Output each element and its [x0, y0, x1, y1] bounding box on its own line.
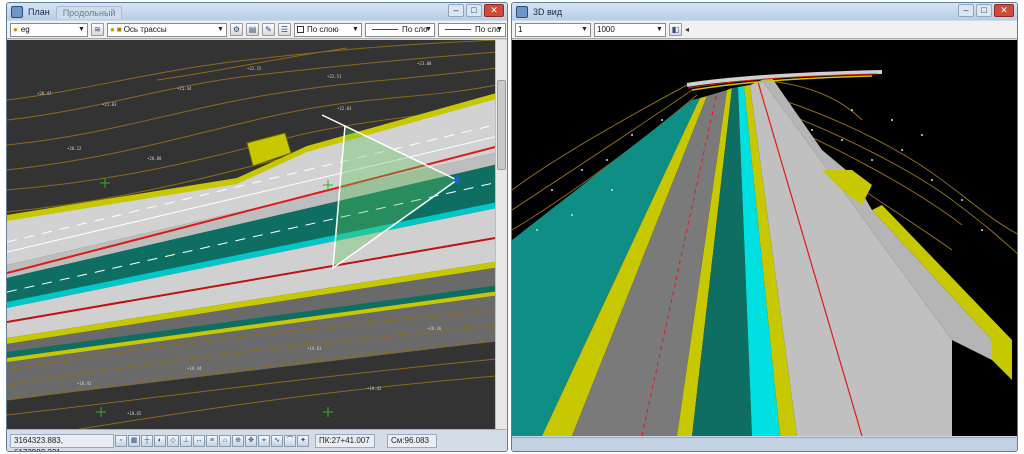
view3d-toolbar: 1 ▼ 1000 ▼ ◧ ◂ [512, 21, 1017, 39]
properties-icon[interactable]: ⚙ [230, 23, 243, 36]
chevron-down-icon: ▼ [496, 25, 503, 33]
lineweight-by-layer-combo[interactable]: По сло ▼ [438, 22, 506, 37]
window-app-icon [11, 5, 23, 18]
road-plan [7, 90, 507, 400]
zoom-icon[interactable]: ⊕ [232, 434, 244, 447]
svg-text:•22.51: •22.51 [327, 74, 342, 79]
tab-profile[interactable]: Продольный [55, 6, 123, 19]
object-combo[interactable]: ● ■ Ось трассы ▼ [107, 22, 227, 37]
view3d-drawing[interactable] [512, 40, 1018, 436]
measure-icon[interactable]: ⌖ [258, 434, 270, 447]
chevron-down-icon: ▼ [581, 25, 588, 33]
sound-icon[interactable]: ◂ [685, 25, 689, 34]
otrack-icon[interactable]: ⊥ [180, 434, 192, 447]
lightbulb-icon: ● [110, 25, 115, 34]
chevron-down-icon: ▼ [217, 25, 224, 33]
lock-icon: ■ [116, 25, 122, 34]
svg-text:•20.47: •20.47 [37, 91, 52, 96]
line-sample-icon [445, 29, 471, 30]
svg-text:•22.03: •22.03 [337, 106, 352, 111]
color-swatch-icon [297, 26, 304, 33]
svg-text:•18.92: •18.92 [77, 381, 92, 386]
match-icon[interactable]: ✎ [262, 23, 275, 36]
view3d-combo-1-value: 1 [518, 25, 523, 34]
coordinates-readout: 3164323.883, 6172982.321 [10, 433, 114, 451]
plan-window[interactable]: План Продольный – □ ✕ ● eg ▼ ≋ ● ■ Ось т… [6, 2, 508, 452]
polar-icon[interactable]: ◐ [154, 434, 166, 447]
curve-icon[interactable]: ⌒ [284, 434, 296, 447]
station-readout: ПК:27+41.007 [315, 433, 375, 448]
svg-text:•19.81: •19.81 [307, 346, 322, 351]
view3d-bottom-strip [512, 437, 1017, 451]
minimize-icon[interactable]: – [958, 4, 974, 17]
filter-icon[interactable]: ▤ [246, 23, 259, 36]
close-icon[interactable]: ✕ [994, 4, 1014, 17]
maximize-icon[interactable]: □ [976, 4, 992, 17]
chevron-down-icon: ▼ [352, 25, 359, 33]
svg-text:•23.08: •23.08 [417, 61, 432, 66]
view3d-combo-2[interactable]: 1000 ▼ [594, 22, 666, 37]
maximize-icon[interactable]: □ [466, 4, 482, 17]
profile-icon[interactable]: ∿ [271, 434, 283, 447]
view3d-viewport[interactable] [512, 40, 1018, 436]
chevron-down-icon: ▼ [656, 25, 663, 33]
svg-text:•18.65: •18.65 [127, 411, 142, 416]
plan-viewport[interactable]: •20.47 •21.03 •21.44 •22.15 •22.51 •23.08 •2… [7, 40, 508, 431]
grid-icon[interactable]: ▦ [128, 434, 140, 447]
dynamic-input-icon[interactable]: ↔ [193, 434, 205, 447]
view3d-combo-2-value: 1000 [597, 25, 615, 34]
color-by-layer-value: По слою [307, 25, 339, 34]
model-icon[interactable]: ⌂ [219, 434, 231, 447]
pan-icon[interactable]: ✥ [245, 434, 257, 447]
view3d-combo-1[interactable]: 1 ▼ [515, 22, 591, 37]
osnap-icon[interactable]: ◇ [167, 434, 179, 447]
plan-vertical-scrollbar[interactable] [495, 40, 507, 431]
road-far-curve [686, 70, 883, 91]
object-combo-value: Ось трассы [123, 25, 167, 34]
lightbulb-icon: ● [13, 25, 18, 34]
scroll-thumb[interactable] [497, 80, 506, 170]
settings-icon[interactable]: ☰ [278, 23, 291, 36]
camera-icon[interactable]: ◧ [669, 23, 682, 36]
linetype-by-layer-combo[interactable]: По сло ▼ [365, 22, 435, 37]
svg-text:•19.42: •19.42 [367, 386, 382, 391]
view3d-titlebar[interactable]: 3D вид – □ ✕ [512, 3, 1017, 20]
svg-text:•19.44: •19.44 [187, 366, 202, 371]
snap-icon[interactable]: ▫ [115, 434, 127, 447]
plan-titlebar[interactable]: План Продольный – □ ✕ [7, 3, 507, 20]
layer-combo[interactable]: ● eg ▼ [10, 22, 88, 37]
minimize-icon[interactable]: – [448, 4, 464, 17]
color-by-layer-combo[interactable]: По слою ▼ [294, 22, 362, 37]
line-sample-icon [372, 29, 398, 30]
plan-toolbar: ● eg ▼ ≋ ● ■ Ось трассы ▼ ⚙ ▤ ✎ ☰ По сло… [7, 21, 507, 39]
lineweight-icon[interactable]: ≡ [206, 434, 218, 447]
svg-text:•22.15: •22.15 [247, 66, 262, 71]
chevron-down-icon: ▼ [425, 25, 432, 33]
close-icon[interactable]: ✕ [484, 4, 504, 17]
svg-text:•21.44: •21.44 [177, 86, 192, 91]
layer-combo-value: eg [20, 25, 30, 34]
offset-readout: См:96.083 [387, 433, 437, 448]
window-app-icon [516, 5, 528, 18]
svg-text:•20.12: •20.12 [67, 146, 82, 151]
ortho-icon[interactable]: ┼ [141, 434, 153, 447]
plan-statusbar: 3164323.883, 6172982.321 ▫ ▦ ┼ ◐ ◇ ⊥ ↔ ≡… [7, 429, 507, 451]
svg-text:•20.88: •20.88 [147, 156, 162, 161]
svg-text:•21.03: •21.03 [102, 102, 117, 107]
plan-window-title: План [28, 6, 50, 17]
road-3d [512, 78, 1012, 436]
view3d-window[interactable]: 3D вид – □ ✕ 1 ▼ 1000 ▼ ◧ ◂ [511, 2, 1018, 452]
chevron-down-icon: ▼ [78, 25, 85, 33]
tools-icon[interactable]: ✦ [297, 434, 309, 447]
view3d-window-title: 3D вид [533, 6, 563, 17]
plan-drawing[interactable]: •20.47 •21.03 •21.44 •22.15 •22.51 •23.08 •2… [7, 40, 508, 431]
svg-text:•20.26: •20.26 [427, 326, 442, 331]
layer-manager-icon[interactable]: ≋ [91, 23, 104, 36]
